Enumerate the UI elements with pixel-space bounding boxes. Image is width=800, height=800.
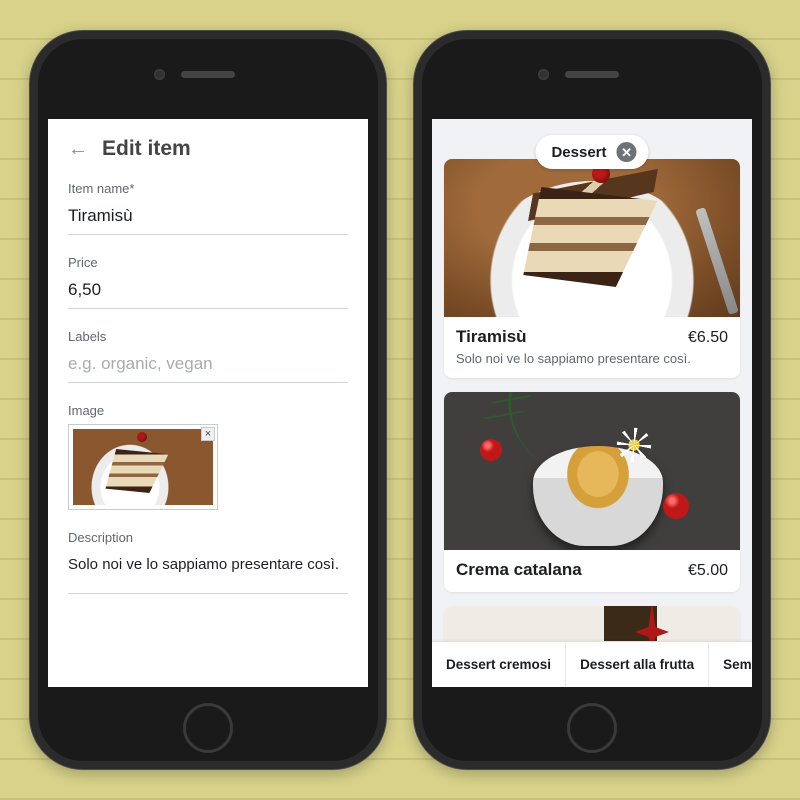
tab-semifreddi[interactable]: Semif	[709, 642, 752, 687]
filter-pill-label: Dessert	[551, 144, 606, 161]
item-name-label: Item name*	[68, 181, 348, 196]
tab-dessert-alla-frutta[interactable]: Dessert alla frutta	[566, 642, 709, 687]
remove-image-icon[interactable]: ×	[201, 427, 215, 441]
phone-camera	[538, 69, 549, 80]
tab-dessert-cremosi[interactable]: Dessert cremosi	[432, 642, 566, 687]
item-name-input[interactable]	[68, 202, 348, 235]
card-price: €5.00	[688, 562, 728, 580]
card-title: Crema catalana	[456, 560, 582, 580]
menu-card-list: Tiramisù €6.50 Solo noi ve lo sappiamo p…	[432, 119, 752, 687]
menu-card-tiramisu[interactable]: Tiramisù €6.50 Solo noi ve lo sappiamo p…	[444, 159, 740, 378]
phone-right-frame: Dessert ✕ Tiramisù €6.50	[413, 30, 771, 770]
phone-camera	[154, 69, 165, 80]
phone-home-button[interactable]	[567, 703, 617, 753]
page-title: Edit item	[102, 137, 191, 161]
filter-pill-dessert[interactable]: Dessert ✕	[535, 135, 648, 169]
price-input[interactable]	[68, 276, 348, 309]
edit-header: ← Edit item	[68, 137, 348, 161]
card-title: Tiramisù	[456, 327, 527, 347]
field-image: Image ×	[68, 403, 348, 510]
labels-label: Labels	[68, 329, 348, 344]
category-tabbar: Dessert cremosi Dessert alla frutta Semi…	[432, 641, 752, 687]
tiramisu-thumbnail-photo	[73, 429, 213, 505]
field-item-name: Item name*	[68, 181, 348, 235]
tiramisu-photo	[444, 159, 740, 317]
clear-filter-icon[interactable]: ✕	[617, 142, 637, 162]
screen-menu-list: Dessert ✕ Tiramisù €6.50	[432, 119, 752, 687]
price-label: Price	[68, 255, 348, 270]
phone-home-button[interactable]	[183, 703, 233, 753]
card-price: €6.50	[688, 329, 728, 347]
image-thumbnail[interactable]: ×	[68, 424, 218, 510]
crema-catalana-photo	[444, 392, 740, 550]
field-labels: Labels	[68, 329, 348, 383]
field-price: Price	[68, 255, 348, 309]
description-label: Description	[68, 530, 348, 545]
back-arrow-icon[interactable]: ←	[68, 138, 88, 161]
image-label: Image	[68, 403, 348, 418]
screen-edit-item: ← Edit item Item name* Price Labels Imag…	[48, 119, 368, 687]
description-input[interactable]: Solo noi ve lo sappiamo presentare così.	[68, 551, 348, 594]
phone-left-frame: ← Edit item Item name* Price Labels Imag…	[29, 30, 387, 770]
menu-card-crema-catalana[interactable]: Crema catalana €5.00	[444, 392, 740, 592]
phone-speaker	[181, 71, 235, 78]
phone-speaker	[565, 71, 619, 78]
card-description: Solo noi ve lo sappiamo presentare così.	[456, 351, 728, 366]
labels-input[interactable]	[68, 350, 348, 383]
field-description: Description Solo noi ve lo sappiamo pres…	[68, 530, 348, 594]
